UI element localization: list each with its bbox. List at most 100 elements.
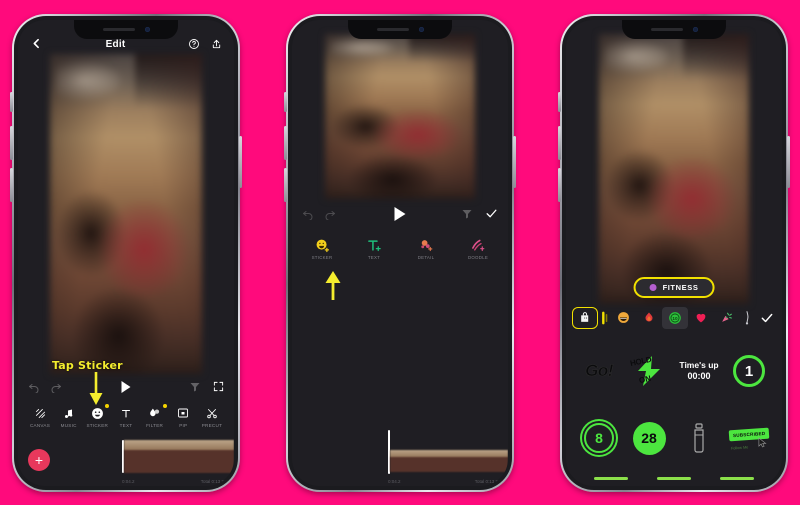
volume-up-button[interactable] <box>558 125 561 160</box>
play-button[interactable] <box>121 380 131 393</box>
volume-up-button[interactable] <box>284 125 287 160</box>
doodle-plus-icon <box>471 237 486 253</box>
tool-text[interactable]: TEXT <box>112 406 140 428</box>
tool-text[interactable]: TEXT <box>359 237 389 260</box>
tool-label: FILTER <box>146 422 164 428</box>
preview-highlight <box>56 59 123 102</box>
clip-track[interactable] <box>388 429 508 474</box>
check-icon[interactable] <box>754 307 780 329</box>
power-button[interactable] <box>787 135 790 188</box>
sticker-counter-8[interactable]: 8 <box>574 405 624 472</box>
three-phone-mockup: Edit CANVAS MUSIC STICKER TEXT FILTER PI… <box>0 0 800 505</box>
mute-switch[interactable] <box>10 91 13 112</box>
sticker-bottle[interactable] <box>674 405 724 472</box>
sticker-category-row: 10 <box>566 303 782 332</box>
tool-music[interactable]: MUSIC <box>55 406 83 428</box>
sticker-grid: Go! HOLD ON Time's up 00:00 1 8 28 SUBSC… <box>566 332 782 472</box>
text-t-icon <box>120 406 132 421</box>
play-button[interactable] <box>394 206 406 221</box>
clip-track[interactable] <box>122 439 234 473</box>
phone-1-screen: Edit CANVAS MUSIC STICKER TEXT FILTER PI… <box>18 19 234 486</box>
scroll-handle-icon[interactable] <box>598 307 610 329</box>
tool-pip[interactable]: PIP <box>169 406 197 428</box>
bottle-icon <box>694 423 704 453</box>
earpiece-speaker <box>376 27 409 31</box>
back-button[interactable] <box>30 37 43 50</box>
cursor-icon <box>758 437 767 448</box>
video-clip-thumbnails[interactable] <box>123 439 234 473</box>
share-up-icon[interactable] <box>211 38 222 50</box>
video-preview-area[interactable] <box>18 53 234 374</box>
redo-icon[interactable] <box>50 381 62 393</box>
phone-1: Edit CANVAS MUSIC STICKER TEXT FILTER PI… <box>10 13 242 492</box>
phone-3-screen: FITNESS 10 Go! HOLD ON Time's up 00:00 1… <box>566 19 782 486</box>
grin-emoji-icon[interactable] <box>610 307 636 329</box>
subscribed-sub-label: Follow Me <box>730 445 749 451</box>
sticker-go[interactable]: Go! <box>574 338 624 405</box>
power-button[interactable] <box>513 135 516 188</box>
preview-highlight <box>605 38 671 74</box>
volume-down-button[interactable] <box>558 167 561 202</box>
current-time-label: 0:04.2 <box>122 478 135 484</box>
add-clip-button[interactable]: + <box>28 448 50 471</box>
volume-down-button[interactable] <box>284 167 287 202</box>
tool-label: DOODLE <box>467 255 489 260</box>
video-preview-area[interactable] <box>292 20 508 199</box>
redo-icon[interactable] <box>324 208 336 220</box>
category-pill-fitness[interactable]: FITNESS <box>633 276 715 298</box>
sticker-subscribed[interactable]: SUBSCRIBED Follow Me <box>724 405 774 472</box>
svg-text:10: 10 <box>672 316 678 321</box>
tool-label: CANVAS <box>29 422 51 428</box>
question-circle-icon[interactable] <box>188 38 200 50</box>
power-button[interactable] <box>239 135 242 188</box>
undo-icon[interactable] <box>302 208 314 220</box>
tool-doodle[interactable]: DOODLE <box>463 237 493 260</box>
timeline-area: 0:04.2 Total 0:13.8 <box>292 429 508 486</box>
tool-label: STICKER <box>86 422 109 428</box>
sticker-partial-3 <box>719 477 754 480</box>
sticker-counter-1[interactable]: 1 <box>724 338 774 405</box>
heart-icon[interactable] <box>688 307 714 329</box>
fitness-badge-icon[interactable]: 10 <box>662 306 688 329</box>
music-note-icon <box>63 406 75 421</box>
sticker-times-up-label: Time's up <box>679 359 719 370</box>
tool-detail[interactable]: DETAIL <box>411 237 441 260</box>
page-title: Edit <box>105 38 126 50</box>
sticker-panel-empty-area <box>292 267 508 432</box>
tool-precut[interactable]: PRECUT <box>198 406 226 428</box>
tool-filter[interactable]: FILTER <box>141 403 169 428</box>
mute-switch[interactable] <box>284 91 287 112</box>
tool-sticker[interactable]: STICKER <box>307 237 337 260</box>
undo-icon[interactable] <box>28 381 40 393</box>
sticker-hold-on[interactable]: HOLD ON <box>624 338 674 405</box>
detail-plus-icon <box>419 237 434 253</box>
playback-control-row <box>292 199 508 229</box>
expand-icon[interactable] <box>213 381 224 392</box>
filter-icon[interactable] <box>461 208 473 220</box>
canvas-icon <box>34 406 47 421</box>
filter-drop-icon <box>148 406 161 421</box>
volume-up-button[interactable] <box>10 125 13 160</box>
front-camera <box>692 26 698 32</box>
confirm-button[interactable] <box>485 207 498 220</box>
video-clip-thumbnails[interactable] <box>389 449 508 472</box>
tool-canvas[interactable]: CANVAS <box>26 406 54 428</box>
sticker-times-up[interactable]: Time's up 00:00 <box>674 338 724 405</box>
video-frame <box>50 53 202 374</box>
video-preview-area[interactable]: FITNESS <box>566 20 782 304</box>
sticker-counter-28[interactable]: 28 <box>624 405 674 472</box>
tool-label: STICKER <box>311 255 333 260</box>
video-frame <box>325 33 475 199</box>
phone-3: FITNESS 10 Go! HOLD ON Time's up 00:00 1… <box>558 13 790 492</box>
volume-down-button[interactable] <box>10 167 13 202</box>
flame-icon[interactable] <box>636 307 662 329</box>
sticker-bag-icon[interactable] <box>572 306 598 329</box>
filter-icon[interactable] <box>189 381 201 393</box>
brush-icon[interactable] <box>740 307 754 329</box>
total-time-label: Total 0:13.8 <box>200 478 224 484</box>
earpiece-speaker <box>650 27 683 31</box>
party-icon[interactable] <box>714 307 740 329</box>
phone-2-screen: STICKER TEXT DETAIL DOODLE 0:04.2 Total … <box>292 19 508 486</box>
sticker-partial-2 <box>656 477 691 480</box>
mute-switch[interactable] <box>558 91 561 112</box>
